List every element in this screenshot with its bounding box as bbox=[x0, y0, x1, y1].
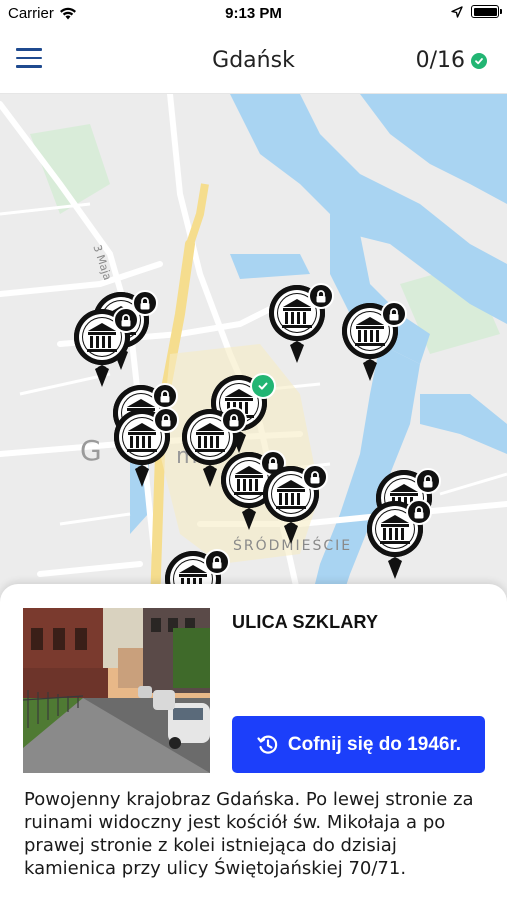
place-title: ULICA SZKLARY bbox=[232, 612, 379, 632]
lock-icon bbox=[302, 464, 328, 490]
progress-text: 0/16 bbox=[415, 48, 465, 73]
check-icon bbox=[250, 373, 276, 399]
place-description: Powojenny krajobraz Gdańska. Po lewej st… bbox=[24, 789, 474, 879]
battery-icon bbox=[471, 5, 502, 18]
lock-icon bbox=[153, 407, 179, 433]
time-travel-label: Cofnij się do 1946r. bbox=[287, 733, 462, 755]
map-pin-12[interactable] bbox=[366, 499, 432, 591]
museum-icon bbox=[113, 409, 179, 503]
lock-icon bbox=[113, 307, 139, 333]
city-label: G bbox=[80, 434, 102, 467]
check-circle-icon bbox=[471, 52, 487, 69]
lock-icon bbox=[381, 301, 407, 327]
lock-icon bbox=[152, 383, 178, 409]
lock-icon bbox=[204, 549, 230, 575]
history-clock-icon bbox=[257, 735, 278, 754]
lock-icon bbox=[415, 468, 441, 494]
progress-counter: 0/16 bbox=[416, 48, 487, 73]
map-pin-4[interactable] bbox=[341, 301, 407, 393]
place-photo bbox=[23, 608, 210, 773]
lock-icon bbox=[221, 407, 247, 433]
status-right bbox=[451, 5, 502, 18]
map-view[interactable]: 3 Maja G m ŚRÓDMIEŚCIE bbox=[0, 94, 507, 604]
museum-icon bbox=[268, 285, 334, 379]
map-pin-7[interactable] bbox=[113, 407, 179, 499]
museum-icon bbox=[341, 303, 407, 397]
status-time: 9:13 PM bbox=[225, 5, 282, 22]
nav-bar: Gdańsk 0/16 bbox=[0, 28, 507, 94]
lock-icon bbox=[308, 283, 334, 309]
time-travel-button[interactable]: Cofnij się do 1946r. bbox=[232, 716, 485, 773]
map-pin-3[interactable] bbox=[268, 283, 334, 375]
lock-icon bbox=[406, 499, 432, 525]
museum-icon bbox=[262, 466, 328, 560]
map-pin-10[interactable] bbox=[262, 464, 328, 556]
place-detail-sheet: ULICA SZKLARY Cofnij się do 1946r. Powoj… bbox=[0, 584, 507, 900]
status-bar: Carrier 9:13 PM bbox=[0, 0, 507, 28]
location-arrow-icon bbox=[451, 5, 463, 18]
